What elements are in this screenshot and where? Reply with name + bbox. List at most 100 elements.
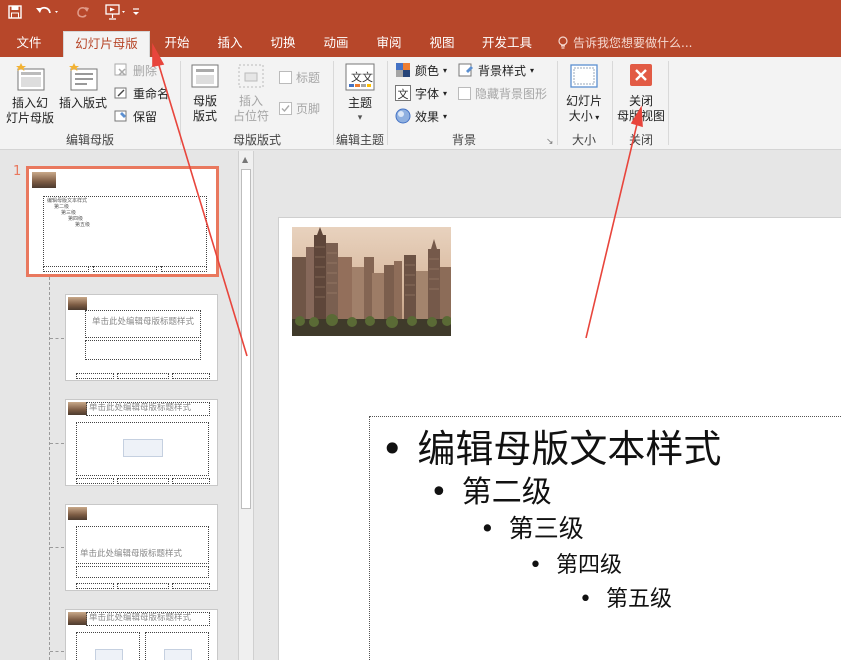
body-placeholder-mini: 编辑母版文本样式 第二级 第三级 第四级 第五级: [43, 196, 207, 267]
footer-placeholder: [117, 478, 169, 484]
insert-layout-button[interactable]: 插入版式: [56, 61, 110, 111]
redo-icon[interactable]: [74, 3, 92, 21]
city-photo[interactable]: [292, 227, 451, 336]
tab-file[interactable]: 文件: [6, 31, 52, 57]
title-checkbox-label: 标题: [296, 70, 321, 85]
rename-button[interactable]: 重命名: [113, 83, 169, 103]
background-styles-icon: [458, 63, 473, 77]
tab-review[interactable]: 审阅: [368, 31, 410, 57]
text-level-4-label: 第四级: [555, 553, 622, 578]
chevron-down-icon: ▾: [443, 65, 448, 75]
themes-button[interactable]: 文文 主题 ▾: [339, 61, 381, 126]
preserve-button[interactable]: 保留: [113, 106, 157, 126]
tab-developer[interactable]: 开发工具: [474, 31, 540, 57]
slide-size-label-2: 大小 ▾: [568, 109, 600, 123]
colors-label: 颜色: [415, 63, 440, 78]
insert-slide-master-icon: [16, 63, 45, 91]
layout-thumbnail-title[interactable]: 单击此处编辑母版标题样式: [65, 294, 218, 381]
tab-slide-master[interactable]: 幻灯片母版: [63, 31, 150, 57]
hide-background-graphics-checkbox[interactable]: 隐藏背景图形: [458, 83, 547, 103]
group-label-close: 关闭: [628, 133, 653, 147]
quick-access-toolbar: [0, 0, 841, 25]
chevron-down-icon: ▾: [530, 65, 535, 75]
colors-button[interactable]: 颜色 ▾: [395, 60, 447, 80]
slide-size-icon: [570, 64, 598, 88]
bullet-icon: •: [579, 587, 592, 612]
text-level-1[interactable]: • 编辑母版文本样式: [381, 418, 721, 473]
tab-home[interactable]: 开始: [156, 31, 198, 57]
city-photo: [68, 297, 87, 310]
slide-size-button[interactable]: 幻灯片 大小 ▾: [562, 61, 606, 125]
themes-dropdown-icon: ▾: [357, 113, 363, 123]
fonts-button[interactable]: 文 字体 ▾: [395, 83, 447, 103]
master-layout-label-2: 版式: [192, 109, 217, 123]
tree-connector: [50, 651, 64, 652]
customize-qat-icon[interactable]: [130, 3, 142, 21]
content-placeholder-mini: [145, 632, 209, 660]
present-from-start-icon[interactable]: [104, 3, 128, 21]
footers-checkbox[interactable]: 页脚: [279, 98, 320, 118]
title-placeholder-mini: 单击此处编辑母版标题样式: [85, 310, 201, 338]
footers-checkbox-label: 页脚: [296, 101, 321, 116]
slide-master-thumbnail[interactable]: 编辑母版文本样式 第二级 第三级 第四级 第五级: [26, 166, 219, 277]
layout-thumbnail-two-content[interactable]: 单击此处编辑母版标题样式: [65, 609, 218, 660]
tell-me-text: 告诉我您想要做什么...: [573, 36, 693, 50]
save-icon[interactable]: [6, 3, 24, 21]
effects-button[interactable]: 效果 ▾: [395, 106, 447, 126]
scrollbar-thumb[interactable]: [241, 169, 251, 509]
undo-icon[interactable]: [34, 3, 62, 21]
city-photo: [68, 507, 87, 520]
layout-thumbnail-section-header[interactable]: 单击此处编辑母版标题样式: [65, 504, 218, 591]
insert-placeholder-button[interactable]: 插入 占位符: [227, 61, 275, 124]
master-layout-button[interactable]: 母版 版式: [184, 61, 226, 124]
footer-placeholder: [76, 478, 114, 484]
dialog-launcher-icon[interactable]: ↘: [546, 137, 554, 147]
bullet-icon: •: [381, 427, 404, 471]
city-photo: [68, 612, 87, 625]
insert-layout-label: 插入版式: [58, 96, 107, 110]
title-checkbox[interactable]: 标题: [279, 67, 320, 87]
rename-icon: [114, 87, 127, 99]
close-master-view-button[interactable]: 关闭 母版视图: [614, 61, 668, 124]
tab-insert[interactable]: 插入: [209, 31, 251, 57]
city-photo: [32, 172, 56, 188]
footer-placeholder: [76, 583, 114, 589]
delete-button[interactable]: 删除: [113, 60, 157, 80]
group-separator: [612, 61, 613, 145]
fonts-label: 字体: [415, 86, 440, 101]
title-placeholder-mini: 单击此处编辑母版标题样式: [86, 402, 210, 416]
scroll-up-icon[interactable]: ▲: [242, 155, 248, 164]
content-icons: [95, 649, 123, 660]
thumbnail-scrollbar[interactable]: ▲: [238, 151, 254, 660]
group-label-edit-master: 编辑母版: [65, 133, 114, 147]
tab-animations[interactable]: 动画: [315, 31, 357, 57]
close-icon: [630, 64, 652, 86]
title-placeholder-mini: 单击此处编辑母版标题样式: [86, 612, 210, 626]
text-level-5[interactable]: • 第五级: [579, 581, 672, 613]
effects-label: 效果: [415, 109, 440, 124]
insert-placeholder-icon: [238, 64, 264, 88]
delete-label: 删除: [133, 63, 158, 78]
tree-connector: [50, 443, 64, 444]
close-master-label-2: 母版视图: [616, 109, 665, 123]
tab-transitions[interactable]: 切换: [262, 31, 304, 57]
mini-bullet: 第五级: [75, 222, 91, 228]
rename-label: 重命名: [133, 86, 170, 101]
group-label-edit-theme: 编辑主题: [335, 133, 384, 147]
master-layout-label-1: 母版: [192, 94, 217, 108]
footer-placeholder: [172, 478, 210, 484]
tell-me-box[interactable]: 告诉我您想要做什么...: [557, 31, 692, 55]
text-level-2-label: 第二级: [461, 475, 552, 510]
tab-view[interactable]: 视图: [421, 31, 463, 57]
background-styles-button[interactable]: 背景样式 ▾: [458, 60, 534, 80]
text-level-2[interactable]: • 第二级: [430, 467, 552, 511]
svg-text:文: 文: [398, 87, 409, 101]
group-label-master-layout: 母版版式: [232, 133, 281, 147]
text-level-4[interactable]: • 第四级: [529, 547, 622, 579]
city-photo: [68, 402, 87, 415]
layout-thumbnail-title-content[interactable]: 单击此处编辑母版标题样式: [65, 399, 218, 486]
insert-slide-master-button[interactable]: 插入幻 灯片母版: [4, 61, 56, 126]
text-level-3[interactable]: • 第三级: [480, 509, 584, 545]
content-placeholder-mini: [76, 422, 209, 476]
footer-placeholder: [161, 266, 207, 272]
